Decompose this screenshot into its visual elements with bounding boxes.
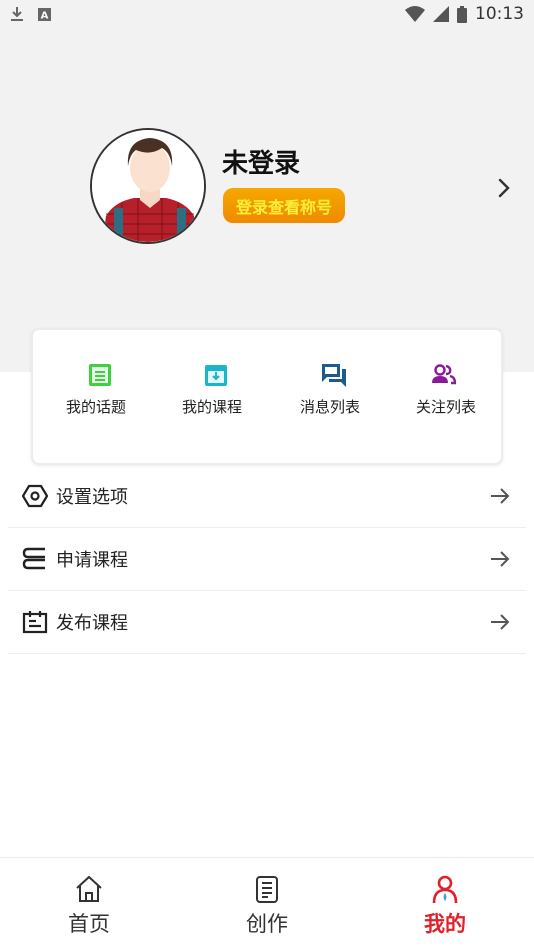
quick-actions-card: 我的话题 我的课程 消息列表 关注列表 <box>31 328 503 465</box>
status-bar: A 10:13 <box>0 0 534 28</box>
login-title-badge[interactable]: 登录查看称号 <box>223 188 345 223</box>
arrow-right-icon <box>491 551 510 567</box>
quick-action-label: 关注列表 <box>416 398 477 416</box>
bottom-tab-bar: 首页 创作 我的 <box>0 857 534 950</box>
course-download-icon <box>205 365 227 386</box>
battery-icon <box>457 5 467 23</box>
arrow-right-icon <box>491 488 510 504</box>
app-notification-icon: A <box>38 7 51 21</box>
tab-create[interactable]: 创作 <box>178 858 356 950</box>
username: 未登录 <box>222 149 301 179</box>
profile-icon <box>432 875 458 904</box>
menu-item-label: 申请课程 <box>56 550 128 571</box>
menu-item-label: 发布课程 <box>56 613 128 634</box>
quick-action-label: 消息列表 <box>300 398 361 416</box>
quick-action-follow-list[interactable]: 关注列表 <box>416 362 478 417</box>
chevron-right-icon[interactable] <box>494 173 514 203</box>
quick-action-my-topics[interactable]: 我的话题 <box>66 362 156 417</box>
message-list-icon <box>322 364 346 387</box>
publish-course-icon <box>22 611 48 634</box>
home-icon <box>76 875 102 902</box>
quick-action-message-list[interactable]: 消息列表 <box>300 362 390 417</box>
settings-icon <box>22 484 48 508</box>
avatar[interactable] <box>90 128 206 244</box>
quick-action-my-courses[interactable]: 我的课程 <box>182 362 272 417</box>
wifi-icon <box>405 6 425 22</box>
default-avatar-image <box>92 130 204 242</box>
create-icon <box>256 876 278 903</box>
download-icon <box>11 7 23 21</box>
arrow-right-icon <box>491 614 510 630</box>
cell-signal-icon <box>433 6 449 22</box>
tab-label: 创作 <box>246 912 288 936</box>
tab-label: 首页 <box>68 912 110 936</box>
topic-icon <box>89 364 111 386</box>
quick-action-label: 我的话题 <box>66 398 127 416</box>
quick-action-label: 我的课程 <box>182 398 243 416</box>
follow-list-icon <box>432 364 456 385</box>
tab-label: 我的 <box>424 912 466 936</box>
menu-item-label: 设置选项 <box>56 487 128 508</box>
menu-item-publish-course[interactable]: 发布课程 <box>8 591 526 654</box>
status-time: 10:13 <box>475 4 524 24</box>
profile-header[interactable]: 未登录 登录查看称号 <box>0 28 534 372</box>
tab-home[interactable]: 首页 <box>0 858 178 950</box>
svg-text:A: A <box>41 10 49 21</box>
menu-item-settings[interactable]: 设置选项 <box>8 465 526 528</box>
menu-item-apply-course[interactable]: 申请课程 <box>8 528 526 591</box>
tab-profile[interactable]: 我的 <box>356 858 534 950</box>
apply-course-icon <box>22 547 45 570</box>
